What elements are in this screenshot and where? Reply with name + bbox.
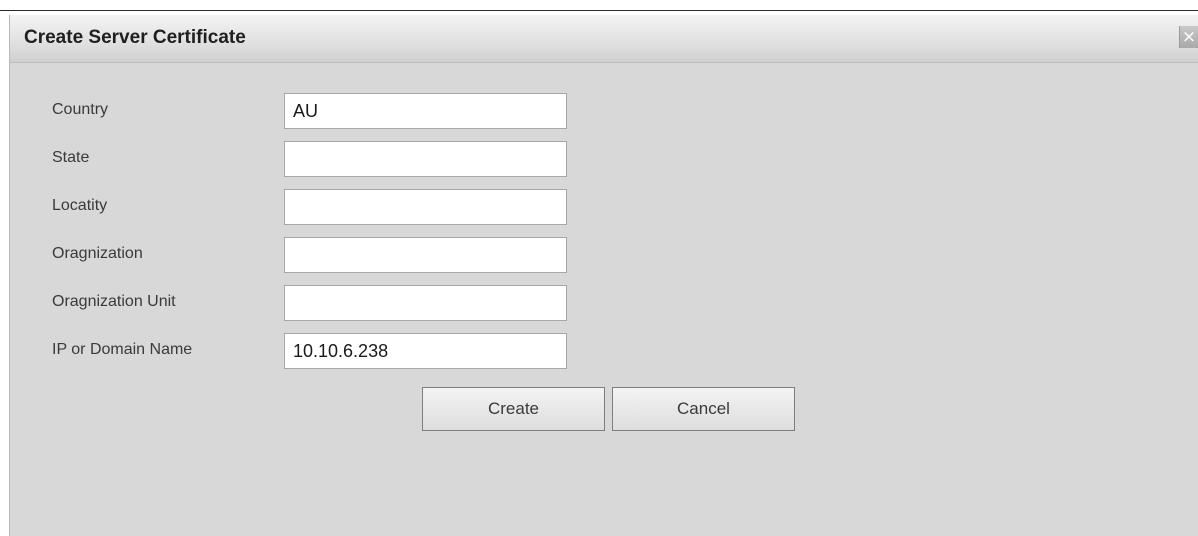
organization-unit-label: Oragnization Unit — [52, 293, 176, 310]
close-icon[interactable]: × — [1179, 26, 1198, 48]
organization-input[interactable] — [284, 237, 567, 273]
dialog-title: Create Server Certificate — [24, 27, 246, 48]
top-divider — [0, 10, 1198, 11]
create-button[interactable]: Create — [422, 387, 605, 431]
country-label: Country — [52, 101, 109, 118]
country-input[interactable] — [284, 93, 567, 129]
organization-label: Oragnization — [52, 245, 143, 262]
locality-input[interactable] — [284, 189, 567, 225]
dialog-content: Country State Locatity Oragnization Orag… — [10, 63, 1198, 536]
organization-unit-input[interactable] — [284, 285, 567, 321]
organization-row: Oragnization — [10, 237, 710, 273]
ip-domain-label: IP or Domain Name — [52, 341, 193, 358]
create-server-certificate-dialog: Create Server Certificate × Country Stat… — [9, 15, 1198, 536]
locality-label: Locatity — [52, 197, 108, 214]
ip-domain-row: IP or Domain Name — [10, 333, 710, 369]
state-label: State — [52, 149, 90, 166]
dialog-title-bar: Create Server Certificate × — [10, 15, 1198, 63]
state-input[interactable] — [284, 141, 567, 177]
state-row: State — [10, 141, 710, 177]
ip-domain-input[interactable] — [284, 333, 567, 369]
cancel-button[interactable]: Cancel — [612, 387, 795, 431]
organization-unit-row: Oragnization Unit — [10, 285, 710, 321]
locality-row: Locatity — [10, 189, 710, 225]
country-row: Country — [10, 93, 710, 129]
